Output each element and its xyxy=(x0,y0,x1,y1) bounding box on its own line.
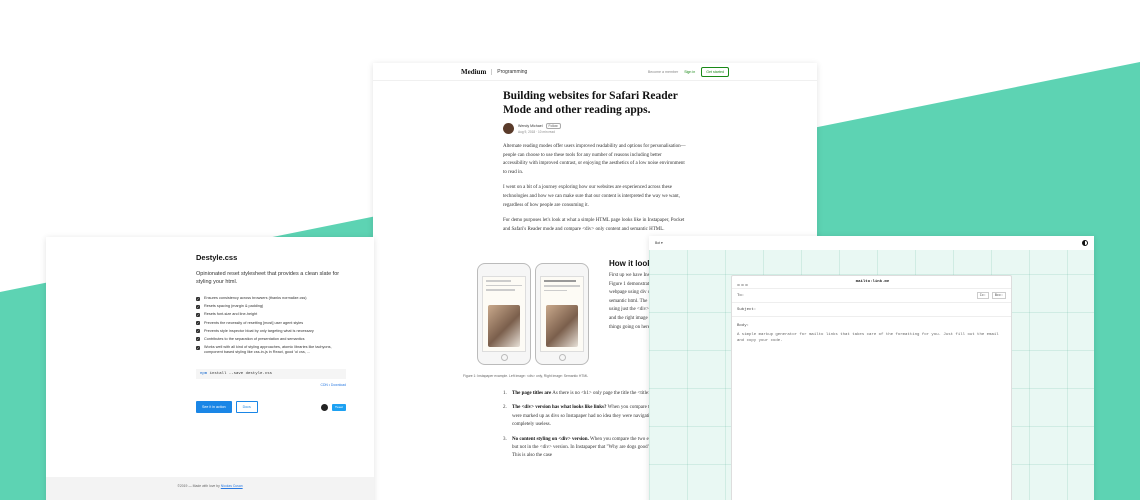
medium-logo[interactable]: Medium xyxy=(461,68,486,76)
mailto-card: mailto:link.me To: Cc: Bcc: Subject: Bod… xyxy=(731,275,1012,500)
home-button-icon xyxy=(500,354,508,361)
theme-toggle-icon[interactable] xyxy=(1082,240,1088,246)
article-body: Building websites for Safari Reader Mode… xyxy=(503,89,687,241)
tweet-button[interactable]: Tweet xyxy=(331,403,346,411)
article-meta: Aug 9, 2018 · 10 min read xyxy=(518,130,555,134)
window-dots-icon xyxy=(737,273,749,291)
page-title: Destyle.css xyxy=(196,253,238,262)
check-icon: ✓ xyxy=(196,321,200,326)
destyle-actions: See it in action Docs Tweet xyxy=(196,401,346,414)
card-header: mailto:link.me xyxy=(732,276,1011,289)
destyle-content: Destyle.css Opinionated reset stylesheet… xyxy=(196,253,347,414)
get-started-button[interactable]: Get started xyxy=(701,66,729,77)
list-item: ✓ Prevents style inspector bloat by only … xyxy=(196,328,314,334)
destyle-window: Destyle.css Opinionated reset stylesheet… xyxy=(46,237,374,500)
article-paragraph: Alternate reading modes offer users impr… xyxy=(503,144,686,175)
author-byline: Wendy Michael Follow Aug 9, 2018 · 10 mi… xyxy=(503,123,687,134)
check-icon: ✓ xyxy=(196,337,200,342)
article-paragraph: I went on a bit of a journey exploring h… xyxy=(503,185,680,208)
phone-mockup-semantic xyxy=(535,263,589,365)
list-item: ✓ Resets font-size and line-height xyxy=(196,312,258,317)
mailto-window: Bot ▾ mailto:link.me To: Cc: Bcc: Subjec… xyxy=(649,236,1094,500)
card-title: mailto:link.me xyxy=(855,280,890,284)
figure-caption: Figure 1: Instapaper example. Left image… xyxy=(463,374,589,378)
check-icon: ✓ xyxy=(196,304,200,309)
author-avatar[interactable] xyxy=(503,123,514,134)
destyle-footer: ©2019 — Made with love by Nicolas Cusan xyxy=(46,477,374,500)
docs-button[interactable]: Docs xyxy=(235,401,258,414)
check-icon: ✓ xyxy=(196,312,200,317)
publication-name[interactable]: Programming xyxy=(491,68,527,75)
check-icon: ✓ xyxy=(196,345,200,350)
page-subtitle: Opinionated reset stylesheet that provid… xyxy=(196,271,340,285)
home-button-icon xyxy=(558,354,566,361)
body-field[interactable]: Body: A simple markup generator for mail… xyxy=(732,317,1011,350)
list-item: ✓ Contributes to the separation of presen… xyxy=(196,336,305,342)
subject-field[interactable]: Subject: xyxy=(732,303,1011,317)
cc-button[interactable]: Cc: xyxy=(976,292,989,299)
mailto-topbar: Bot ▾ xyxy=(649,236,1094,250)
follow-button[interactable]: Follow xyxy=(545,123,561,129)
cdn-download-link[interactable]: CDN • Download xyxy=(196,383,347,387)
bcc-button[interactable]: Bcc: xyxy=(991,292,1006,299)
list-item: ✓ Works well with all kind of styling app… xyxy=(196,345,332,355)
check-icon: ✓ xyxy=(196,296,200,301)
medium-nav-actions: Become a member Sign in Get started xyxy=(648,66,729,77)
list-item: ✓ Ensures consistency across browsers (th… xyxy=(196,296,307,301)
install-command[interactable]: npm install --save destyle.css xyxy=(196,369,346,380)
medium-nav: Medium Programming Become a member Sign … xyxy=(373,63,817,81)
mode-menu[interactable]: Bot ▾ xyxy=(655,241,663,245)
github-icon[interactable] xyxy=(320,403,328,411)
list-item: ✓ Resets spacing (margin & padding) xyxy=(196,304,264,309)
phone-mockup-div-only xyxy=(477,263,531,365)
article-title: Building websites for Safari Reader Mode… xyxy=(503,90,678,116)
to-field[interactable]: To: Cc: Bcc: xyxy=(732,289,1011,303)
sign-in-link[interactable]: Sign in xyxy=(684,70,695,74)
dog-image xyxy=(546,305,578,347)
dog-image xyxy=(488,305,520,347)
check-icon: ✓ xyxy=(196,329,200,334)
see-it-in-action-button[interactable]: See it in action xyxy=(196,401,232,414)
list-item: ✓ Prevents the necessity of resetting [mo… xyxy=(196,320,304,326)
feature-list: ✓ Ensures consistency across browsers (th… xyxy=(196,296,346,355)
author-link[interactable]: Nicolas Cusan xyxy=(221,484,243,488)
author-name[interactable]: Wendy Michael xyxy=(518,124,543,128)
article-paragraph: For demo purposes let's look at what a s… xyxy=(503,218,685,232)
become-member-link[interactable]: Become a member xyxy=(648,70,678,74)
